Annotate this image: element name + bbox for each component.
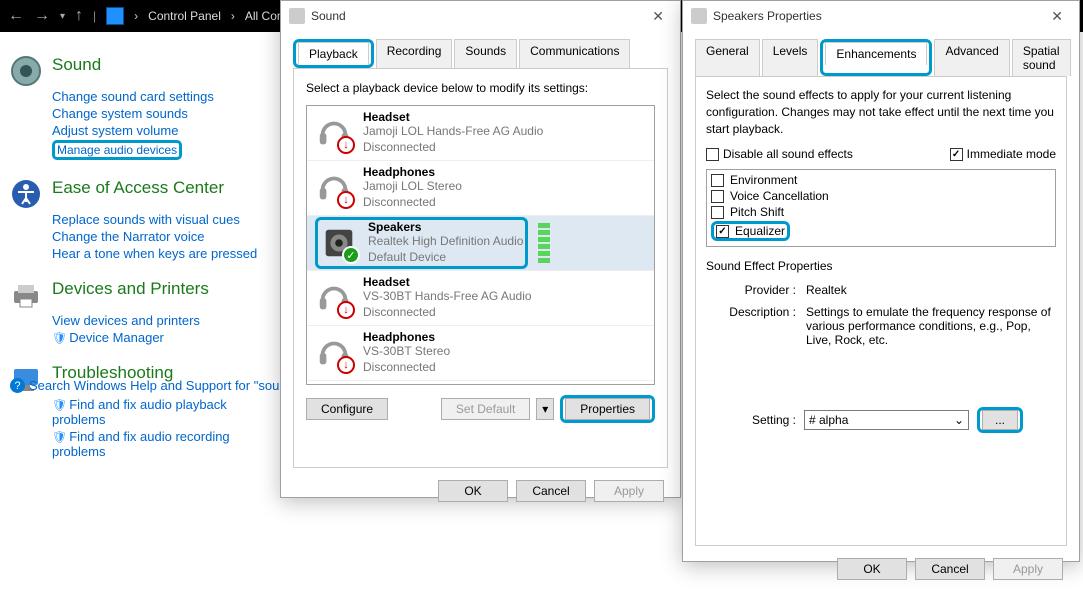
setting-label: Setting : (706, 413, 796, 427)
tab-communications[interactable]: Communications (519, 39, 630, 68)
sound-icon (10, 55, 42, 87)
tab-playback[interactable]: Playback (298, 42, 369, 65)
ok-button[interactable]: OK (837, 558, 907, 580)
set-default-dropdown[interactable]: ▾ (536, 398, 554, 420)
props-title: Speakers Properties (713, 9, 822, 23)
device-headphones-2[interactable]: ↓ Headphones VS-30BT StereoDisconnected (307, 326, 654, 381)
headset-icon: ↓ (315, 279, 353, 317)
link-view-devices[interactable]: View devices and printers (52, 313, 270, 328)
effect-checkbox[interactable] (711, 206, 724, 219)
sound-dialog-title: Sound (311, 9, 346, 23)
effects-list[interactable]: Environment Voice Cancellation Pitch Shi… (706, 169, 1056, 247)
disconnected-badge-icon: ↓ (337, 301, 355, 319)
headphones-icon: ↓ (315, 334, 353, 372)
tab-levels[interactable]: Levels (762, 39, 819, 76)
speaker-icon: ✓ (320, 224, 358, 262)
devices-printers-icon (10, 279, 42, 311)
setting-dropdown[interactable]: # alpha ⌄ (804, 410, 969, 430)
apply-button[interactable]: Apply (594, 480, 664, 502)
effect-checkbox[interactable] (716, 225, 729, 238)
cancel-button[interactable]: Cancel (516, 480, 586, 502)
headset-icon: ↓ (315, 114, 353, 152)
section-ease-title[interactable]: Ease of Access Center (52, 178, 224, 198)
sound-dialog-titlebar: Sound ✕ (281, 1, 680, 31)
tab-sounds[interactable]: Sounds (454, 39, 517, 68)
close-button[interactable]: ✕ (644, 8, 672, 25)
playback-device-list[interactable]: ↓ Headset Jamoji LOL Hands-Free AG Audio… (306, 105, 655, 385)
enhancements-description: Select the sound effects to apply for yo… (706, 87, 1056, 137)
provider-label: Provider : (706, 283, 796, 297)
effect-voice-cancellation[interactable]: Voice Cancellation (711, 188, 1051, 204)
description-label: Description : (706, 305, 796, 347)
link-adjust-volume[interactable]: Adjust system volume (52, 123, 270, 138)
effect-checkbox[interactable] (711, 174, 724, 187)
props-tabs: General Levels Enhancements Advanced Spa… (683, 31, 1079, 76)
tab-enhancements[interactable]: Enhancements (825, 42, 927, 65)
link-narrator-voice[interactable]: Change the Narrator voice (52, 229, 270, 244)
close-button[interactable]: ✕ (1043, 8, 1071, 25)
device-headphones-1[interactable]: ↓ Headphones Jamoji LOL StereoDisconnect… (307, 161, 654, 216)
breadcrumb-1[interactable]: Control Panel (148, 9, 221, 23)
search-help-link[interactable]: Search Windows Help and Support for "sou… (10, 378, 298, 393)
tab-recording[interactable]: Recording (376, 39, 453, 68)
device-speakers[interactable]: ✓ Speakers Realtek High Definition Audio… (307, 216, 654, 271)
cancel-button[interactable]: Cancel (915, 558, 985, 580)
props-titlebar: Speakers Properties ✕ (683, 1, 1079, 31)
control-panel-results: Sound Change sound card settings Change … (10, 55, 270, 477)
props-dialog-icon (691, 8, 707, 24)
sound-dialog-icon (289, 8, 305, 24)
device-headset-2[interactable]: ↓ Headset VS-30BT Hands-Free AG AudioDis… (307, 271, 654, 326)
link-fix-recording[interactable]: Find and fix audio recording problems (52, 429, 270, 459)
sound-dialog: Sound ✕ Playback Recording Sounds Commun… (280, 0, 681, 498)
tab-general[interactable]: General (695, 39, 760, 76)
up-button[interactable]: ↑ (75, 7, 83, 25)
section-sound-title[interactable]: Sound (52, 55, 101, 75)
link-change-system-sounds[interactable]: Change system sounds (52, 106, 270, 121)
headphones-icon: ↓ (315, 169, 353, 207)
effect-pitch-shift[interactable]: Pitch Shift (711, 204, 1051, 220)
sound-effect-properties-label: Sound Effect Properties (706, 259, 1056, 273)
disconnected-badge-icon: ↓ (337, 191, 355, 209)
sound-tabs: Playback Recording Sounds Communications (281, 31, 680, 68)
provider-value: Realtek (806, 283, 1056, 297)
effect-equalizer[interactable]: Equalizer (711, 220, 1051, 242)
effect-checkbox[interactable] (711, 190, 724, 203)
link-fix-playback[interactable]: Find and fix audio playback problems (52, 397, 270, 427)
history-dropdown[interactable]: ▾ (60, 11, 65, 22)
disable-all-label: Disable all sound effects (723, 147, 853, 161)
chevron-down-icon: ⌄ (954, 413, 964, 427)
device-headset-1[interactable]: ↓ Headset Jamoji LOL Hands-Free AG Audio… (307, 106, 654, 161)
set-default-button[interactable]: Set Default (441, 398, 530, 420)
tab-spatial[interactable]: Spatial sound (1012, 39, 1071, 76)
immediate-mode-label: Immediate mode (967, 147, 1056, 161)
apply-button[interactable]: Apply (993, 558, 1063, 580)
volume-meter (538, 223, 550, 263)
effect-environment[interactable]: Environment (711, 172, 1051, 188)
disconnected-badge-icon: ↓ (337, 356, 355, 374)
link-device-manager[interactable]: Device Manager (52, 330, 270, 345)
playback-description: Select a playback device below to modify… (306, 81, 655, 95)
ok-button[interactable]: OK (438, 480, 508, 502)
default-badge-icon: ✓ (342, 246, 360, 264)
disconnected-badge-icon: ↓ (337, 136, 355, 154)
ease-of-access-icon (10, 178, 42, 210)
configure-button[interactable]: Configure (306, 398, 388, 420)
description-value: Settings to emulate the frequency respon… (806, 305, 1056, 347)
link-change-sound-card[interactable]: Change sound card settings (52, 89, 270, 104)
control-panel-icon (106, 7, 124, 25)
link-hear-tone[interactable]: Hear a tone when keys are pressed (52, 246, 270, 261)
properties-button[interactable]: Properties (565, 398, 650, 420)
browse-button[interactable]: ... (982, 410, 1018, 430)
link-replace-sounds[interactable]: Replace sounds with visual cues (52, 212, 270, 227)
back-button[interactable]: ← (8, 7, 24, 25)
tab-advanced[interactable]: Advanced (934, 39, 1009, 76)
speakers-properties-dialog: Speakers Properties ✕ General Levels Enh… (682, 0, 1080, 562)
link-manage-audio-devices[interactable]: Manage audio devices (52, 140, 270, 160)
disable-all-checkbox[interactable] (706, 148, 719, 161)
forward-button[interactable]: → (34, 7, 50, 25)
section-devices-title[interactable]: Devices and Printers (52, 279, 209, 299)
immediate-mode-checkbox[interactable] (950, 148, 963, 161)
